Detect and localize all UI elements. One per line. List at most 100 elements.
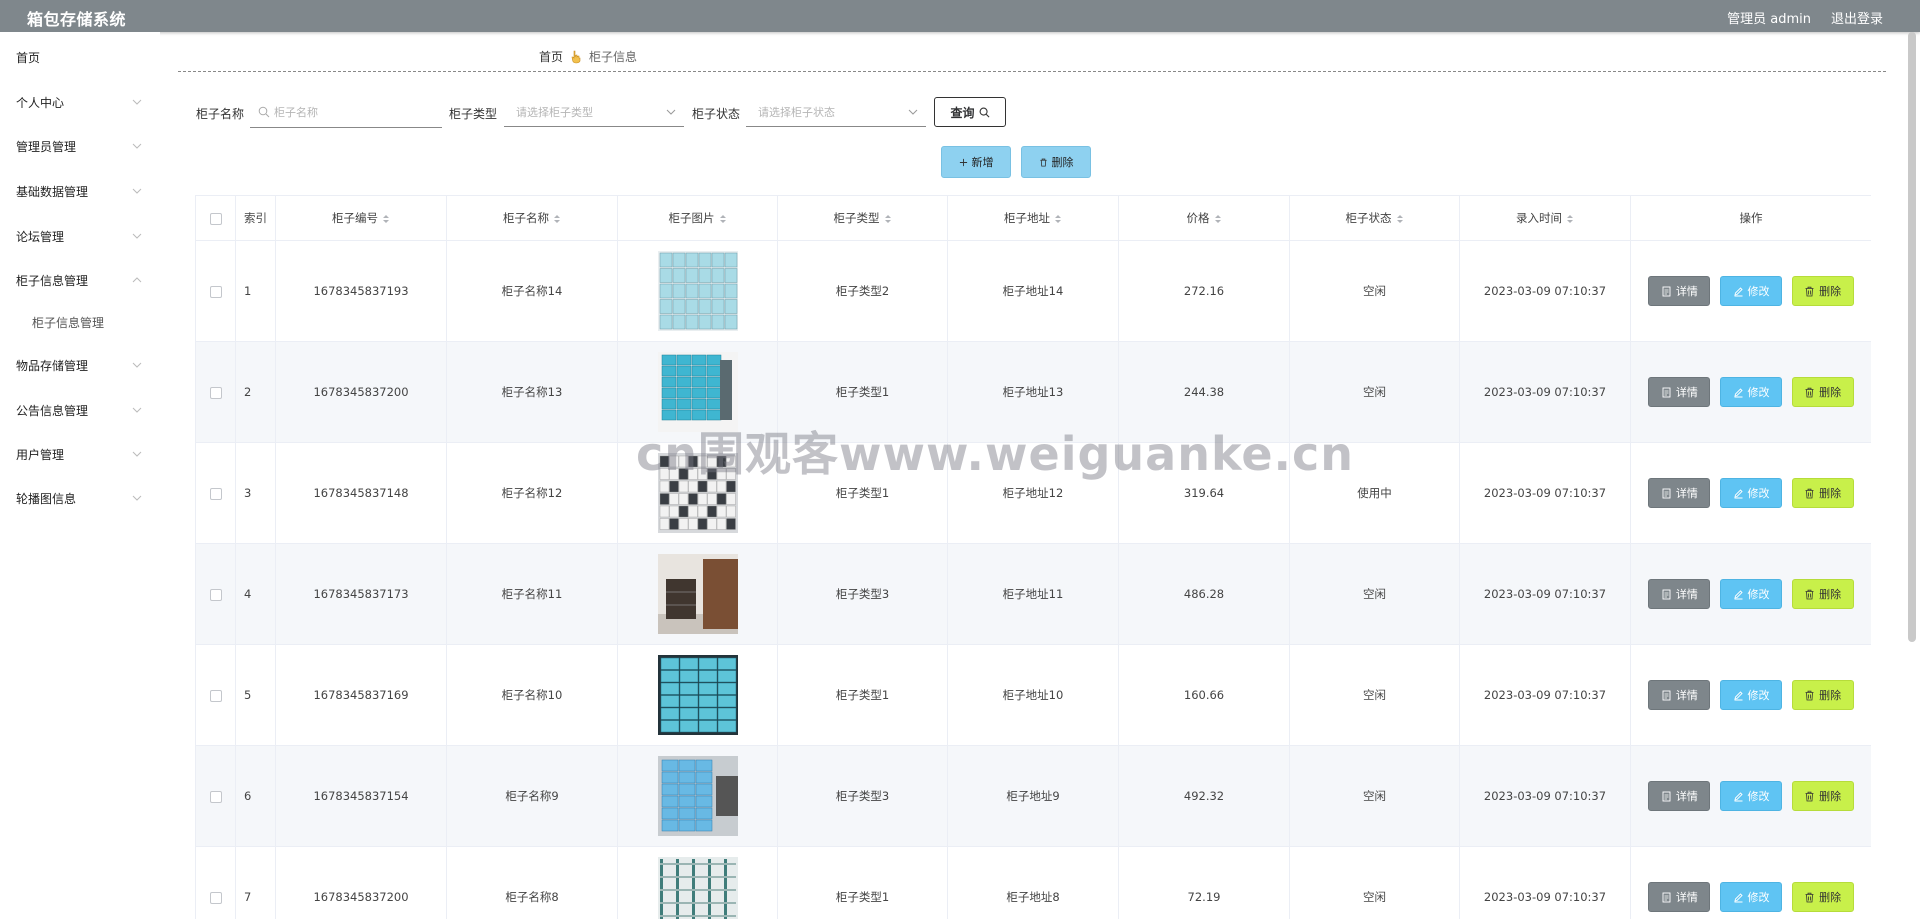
cell-status: 空闲 — [1289, 745, 1460, 847]
edit-button[interactable]: 修改 — [1720, 377, 1782, 407]
sidebar-subitem-cabinet-info[interactable]: 柜子信息管理 — [32, 314, 104, 331]
edit-button[interactable]: 修改 — [1720, 680, 1782, 710]
row-checkbox-cell[interactable] — [195, 341, 236, 443]
column-header-name[interactable]: 柜子名称 — [446, 195, 618, 241]
detail-button-label: 详情 — [1675, 285, 1698, 298]
row-checkbox-cell[interactable] — [195, 745, 236, 847]
row-checkbox[interactable] — [209, 386, 222, 399]
sidebar-item-home[interactable]: 首页 — [16, 47, 144, 69]
sidebar-item-label: 柜子信息管理 — [16, 274, 89, 288]
cell-address: 柜子地址14 — [947, 240, 1119, 342]
sort-icon[interactable] — [719, 214, 727, 224]
detail-button-label: 详情 — [1675, 891, 1698, 904]
cell-code: 1678345837169 — [275, 644, 447, 746]
detail-button[interactable]: 详情 — [1648, 882, 1711, 912]
row-checkbox[interactable] — [209, 790, 222, 803]
sidebar-item-label: 物品存储管理 — [16, 359, 89, 373]
column-header-code[interactable]: 柜子编号 — [275, 195, 447, 241]
sidebar-item-users[interactable]: 用户管理 — [16, 444, 144, 466]
cabinet-image — [657, 554, 738, 634]
checkbox[interactable] — [209, 212, 222, 225]
detail-button[interactable]: 详情 — [1648, 478, 1711, 508]
row-checkbox-cell[interactable] — [195, 644, 236, 746]
cell-image — [617, 240, 778, 342]
sidebar-item-notice[interactable]: 公告信息管理 — [16, 400, 144, 422]
sidebar-item-carousel[interactable]: 轮播图信息 — [16, 488, 144, 510]
column-header-price[interactable]: 价格 — [1118, 195, 1290, 241]
document-icon — [1662, 791, 1671, 801]
row-checkbox-cell[interactable] — [195, 846, 236, 919]
delete-button[interactable]: 删除 — [1791, 276, 1854, 306]
delete-button-label: 删除 — [1819, 285, 1842, 298]
add-button[interactable]: 新增 — [941, 146, 1011, 178]
edit-button[interactable]: 修改 — [1720, 478, 1782, 508]
sort-icon[interactable] — [884, 214, 892, 224]
sidebar-item-label: 管理员管理 — [16, 140, 77, 154]
row-checkbox-cell[interactable] — [195, 240, 236, 342]
cell-name: 柜子名称9 — [446, 745, 618, 847]
column-header-type[interactable]: 柜子类型 — [777, 195, 948, 241]
detail-button[interactable]: 详情 — [1648, 579, 1711, 609]
select-all-checkbox[interactable] — [195, 195, 236, 241]
delete-button[interactable]: 删除 — [1791, 882, 1854, 912]
sidebar-item-profile[interactable]: 个人中心 — [16, 92, 144, 114]
app-title: 箱包存储系统 — [27, 10, 127, 29]
edit-button[interactable]: 修改 — [1720, 882, 1782, 912]
detail-button[interactable]: 详情 — [1648, 276, 1711, 306]
detail-button[interactable]: 详情 — [1648, 377, 1711, 407]
cabinet-status-select[interactable]: 请选择柜子状态 — [746, 97, 926, 127]
edit-icon — [1733, 488, 1743, 498]
detail-button[interactable]: 详情 — [1648, 781, 1711, 811]
sort-icon[interactable] — [382, 214, 390, 224]
cell-time: 2023-03-09 07:10:37 — [1459, 341, 1631, 443]
delete-button[interactable]: 删除 — [1791, 478, 1854, 508]
row-checkbox[interactable] — [209, 891, 222, 904]
sidebar-item-forum[interactable]: 论坛管理 — [16, 226, 144, 248]
delete-button[interactable]: 删除 — [1791, 377, 1854, 407]
edit-button[interactable]: 修改 — [1720, 781, 1782, 811]
breadcrumb-home[interactable]: 首页 — [539, 48, 563, 65]
row-checkbox[interactable] — [209, 689, 222, 702]
delete-button[interactable]: 删除 — [1791, 781, 1854, 811]
delete-button[interactable]: 删除 — [1791, 680, 1854, 710]
batch-delete-button-label: 删除 — [1051, 156, 1074, 169]
cabinet-type-placeholder: 请选择柜子类型 — [516, 105, 593, 119]
sidebar-item-admins[interactable]: 管理员管理 — [16, 136, 144, 158]
sort-icon[interactable] — [1566, 214, 1574, 224]
batch-delete-button[interactable]: 删除 — [1021, 146, 1091, 178]
column-header-address[interactable]: 柜子地址 — [947, 195, 1119, 241]
row-checkbox[interactable] — [209, 487, 222, 500]
sidebar-item-cabinet[interactable]: 柜子信息管理 — [16, 270, 144, 292]
cell-address: 柜子地址9 — [947, 745, 1119, 847]
edit-button[interactable]: 修改 — [1720, 276, 1782, 306]
delete-button-label: 删除 — [1819, 386, 1842, 399]
sort-icon[interactable] — [553, 214, 561, 224]
cell-actions: 详情 修改 删除 — [1630, 240, 1871, 342]
row-checkbox[interactable] — [209, 588, 222, 601]
row-checkbox[interactable] — [209, 285, 222, 298]
sidebar-item-storage[interactable]: 物品存储管理 — [16, 355, 144, 377]
column-header-image[interactable]: 柜子图片 — [617, 195, 778, 241]
sidebar-item-basic-data[interactable]: 基础数据管理 — [16, 181, 144, 203]
edit-button[interactable]: 修改 — [1720, 579, 1782, 609]
column-header-status[interactable]: 柜子状态 — [1289, 195, 1460, 241]
cell-price: 272.16 — [1118, 240, 1290, 342]
detail-button[interactable]: 详情 — [1648, 680, 1711, 710]
cell-price: 244.38 — [1118, 341, 1290, 443]
row-checkbox-cell[interactable] — [195, 543, 236, 645]
delete-button[interactable]: 删除 — [1791, 579, 1854, 609]
column-header-time[interactable]: 录入时间 — [1459, 195, 1631, 241]
logout-link[interactable]: 退出登录 — [1831, 8, 1883, 27]
table-row: 4 1678345837173 柜子名称11 柜子类型3 柜子地址11 486.… — [195, 543, 1871, 645]
edit-button-label: 修改 — [1747, 891, 1770, 904]
cell-type: 柜子类型3 — [777, 543, 948, 645]
cabinet-type-select[interactable]: 请选择柜子类型 — [504, 97, 684, 127]
sort-icon[interactable] — [1214, 214, 1222, 224]
page-scrollbar[interactable] — [1908, 32, 1916, 642]
cabinet-name-input[interactable]: 柜子名称 — [250, 97, 442, 128]
query-button[interactable]: 查询 — [934, 97, 1006, 127]
cabinet-image — [657, 251, 738, 331]
row-checkbox-cell[interactable] — [195, 442, 236, 544]
sort-icon[interactable] — [1054, 214, 1062, 224]
sort-icon[interactable] — [1396, 214, 1404, 224]
